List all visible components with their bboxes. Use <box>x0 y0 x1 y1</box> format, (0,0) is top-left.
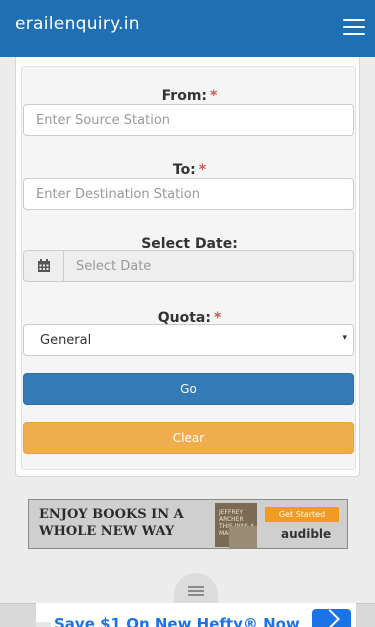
chevron-down-icon: ▾ <box>342 333 347 343</box>
book-cover-image-secondary <box>229 526 257 548</box>
ad-headline: ENJOY BOOKS IN A WHOLE NEW WAY <box>39 507 184 539</box>
drag-handle-icon <box>188 586 204 598</box>
audible-logo: audible <box>281 527 332 541</box>
required-mark: * <box>210 88 218 104</box>
go-button[interactable]: Go <box>23 373 354 405</box>
site-brand[interactable]: erailenquiry.in <box>15 14 140 34</box>
search-form: From:* To:* Select Date: Qu <box>21 66 356 470</box>
required-mark: * <box>198 162 207 178</box>
get-started-button[interactable]: Get Started <box>265 507 339 522</box>
search-panel: From:* To:* Select Date: Qu <box>15 57 360 477</box>
to-label: To: * <box>172 162 207 178</box>
calendar-icon[interactable] <box>23 250 64 282</box>
destination-station-input[interactable] <box>23 178 354 210</box>
from-label: From: * <box>161 88 218 104</box>
ad-banner[interactable]: ENJOY BOOKS IN A WHOLE NEW WAY JEFFREY A… <box>28 499 348 549</box>
ad-collapse-handle[interactable] <box>174 573 218 607</box>
chevron-right-icon <box>320 609 340 627</box>
clear-button[interactable]: Clear <box>23 422 354 454</box>
navbar: erailenquiry.in <box>0 0 375 57</box>
bottom-ad-text: Save $1 On New Hefty® Now <box>54 615 300 627</box>
bottom-ad-button[interactable] <box>312 609 351 627</box>
hamburger-icon[interactable] <box>343 19 365 38</box>
quota-select[interactable]: General ▾ <box>23 324 354 356</box>
date-input[interactable] <box>63 250 354 282</box>
bottom-ad[interactable]: Save $1 On New Hefty® Now <box>36 603 356 627</box>
source-station-input[interactable] <box>23 104 354 136</box>
adchoices-icon[interactable] <box>36 622 51 627</box>
quota-selected-value: General <box>40 333 92 348</box>
date-picker <box>23 250 354 282</box>
